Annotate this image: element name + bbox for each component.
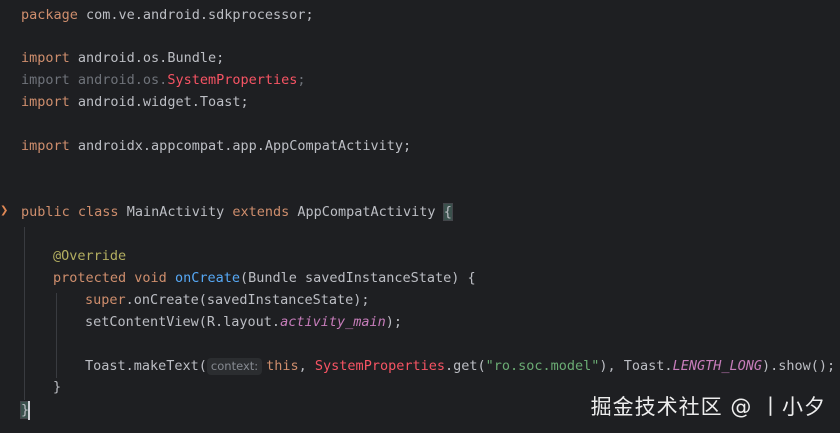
package-keyword: package	[21, 7, 78, 23]
class-keyword: class	[77, 204, 119, 220]
import-keyword: import	[21, 50, 70, 66]
override-annotation: @Override	[53, 248, 127, 264]
code-line-import-toast: import android.widget.Toast;	[21, 91, 249, 113]
unresolved-class: SystemProperties	[167, 72, 298, 88]
code-editor[interactable]: package com.ve.android.sdkprocessor; imp…	[0, 0, 840, 433]
method-close-brace: }	[53, 379, 62, 395]
import-path: androidx.appcompat.app.AppCompatActivity…	[69, 138, 412, 154]
class-name: MainActivity	[118, 204, 233, 220]
import-path: android.os.Bundle;	[69, 50, 225, 66]
import-keyword: import	[21, 72, 70, 88]
parent-class: AppCompatActivity	[289, 204, 444, 220]
toast-show: ).show();	[761, 358, 836, 374]
void-keyword: void	[134, 270, 167, 286]
matched-open-brace: {	[442, 203, 453, 221]
method-params: (Bundle savedInstanceState) {	[239, 270, 476, 286]
get-call: .get(	[444, 358, 486, 374]
code-line-method-close: }	[53, 376, 61, 398]
this-keyword: this	[266, 358, 299, 374]
toast-make-text: Toast.makeText(	[85, 358, 207, 374]
length-constant: LENGTH_LONG	[672, 358, 762, 374]
text-caret	[28, 401, 30, 420]
super-call: .onCreate(savedInstanceState);	[125, 292, 370, 308]
comma: ,	[298, 358, 315, 374]
protected-keyword: protected	[53, 270, 127, 286]
string-literal: "ro.soc.model"	[485, 358, 600, 374]
import-keyword: import	[21, 138, 70, 154]
code-line-package: package com.ve.android.sdkprocessor;	[21, 4, 314, 26]
super-keyword: super	[85, 292, 126, 308]
watermark: 掘金技术社区 @ 丨小夕	[590, 395, 826, 419]
method-name: onCreate	[174, 270, 240, 286]
code-line-method-declaration: protected void onCreate(Bundle savedInst…	[53, 267, 476, 289]
override-gutter-icon[interactable]: ❯	[0, 206, 8, 216]
unresolved-systemproperties: SystemProperties	[314, 358, 445, 374]
code-line-class-declaration: public class MainActivity extends AppCom…	[21, 201, 453, 223]
code-line-import-bundle: import android.os.Bundle;	[21, 47, 224, 69]
parameter-hint: context:	[206, 358, 263, 375]
toast-middle: ), Toast.	[599, 358, 673, 374]
code-line-toast: Toast.makeText(context: this, SystemPrope…	[85, 355, 835, 377]
import-path: android.os.	[69, 72, 168, 88]
statement-end: );	[385, 314, 403, 330]
set-content-view-call: setContentView(R.layout.	[85, 314, 281, 330]
code-line-super-call: super.onCreate(savedInstanceState);	[85, 289, 369, 311]
public-keyword: public	[21, 204, 70, 220]
import-keyword: import	[21, 94, 70, 110]
semicolon: ;	[297, 72, 306, 88]
code-line-set-content-view: setContentView(R.layout.activity_main);	[85, 311, 402, 333]
package-name: com.ve.android.sdkprocessor;	[77, 7, 314, 23]
indent-guide-method	[56, 293, 57, 378]
code-line-import-appcompat: import androidx.appcompat.app.AppCompatA…	[21, 135, 411, 157]
code-line-override: @Override	[53, 245, 126, 267]
indent-guide-class	[24, 227, 25, 400]
import-path: android.widget.Toast;	[69, 94, 249, 110]
code-line-import-systemproperties: import android.os.SystemProperties;	[21, 69, 306, 91]
extends-keyword: extends	[232, 204, 290, 220]
layout-constant: activity_main	[280, 314, 386, 330]
